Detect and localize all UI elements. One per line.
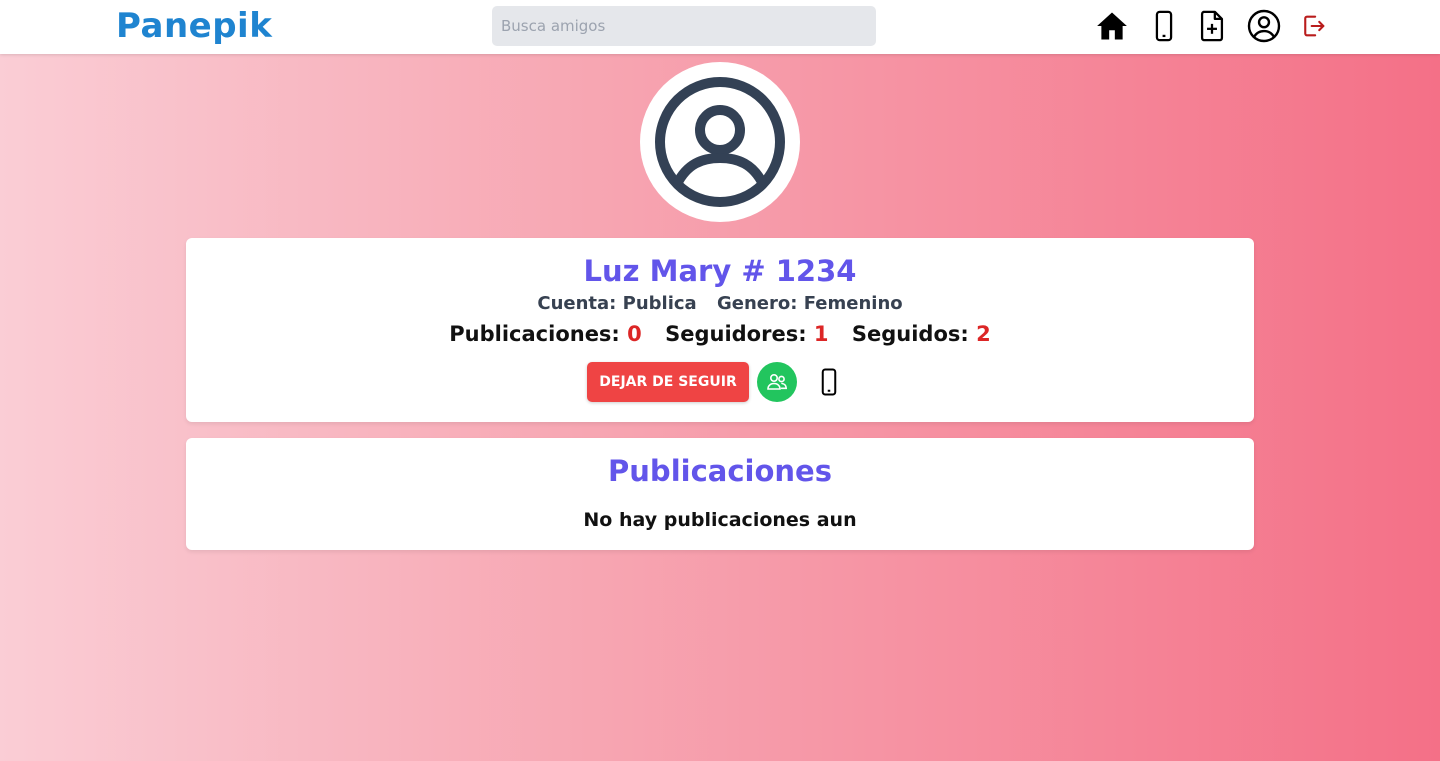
phone-icon bbox=[1155, 10, 1173, 42]
phone-button[interactable] bbox=[805, 362, 853, 402]
posts-empty-message: No hay publicaciones aun bbox=[583, 509, 857, 531]
new-post-icon bbox=[1200, 10, 1224, 42]
posts-title: Publicaciones bbox=[608, 454, 832, 488]
logout-button[interactable] bbox=[1296, 8, 1332, 44]
profile-meta: Cuenta: Publica Genero: Femenino bbox=[186, 292, 1254, 316]
new-post-button[interactable] bbox=[1194, 8, 1230, 44]
phone-nav-button[interactable] bbox=[1146, 8, 1182, 44]
profile-stats: Publicaciones: 0 Seguidores: 1 Seguidos:… bbox=[186, 320, 1254, 348]
logout-icon bbox=[1304, 15, 1325, 37]
users-icon bbox=[766, 374, 787, 390]
gender: Genero: Femenino bbox=[716, 293, 903, 314]
search-input[interactable] bbox=[492, 6, 876, 46]
account-type: Cuenta: Publica bbox=[537, 293, 697, 314]
friends-button[interactable] bbox=[756, 362, 797, 402]
unfollow-button[interactable]: DEJAR DE SEGUIR bbox=[587, 362, 749, 402]
profile-name: Luz Mary # 1234 bbox=[583, 254, 857, 288]
home-button[interactable] bbox=[1094, 8, 1130, 44]
top-navbar: Panepik bbox=[0, 0, 1440, 54]
profile-actions: DEJAR DE SEGUIR bbox=[186, 362, 1254, 402]
avatar bbox=[640, 62, 800, 222]
stat-followers[interactable]: Seguidores: 1 bbox=[665, 322, 828, 346]
posts-card: Publicaciones No hay publicaciones aun bbox=[186, 438, 1254, 550]
profile-card: Luz Mary # 1234 Cuenta: Publica Genero: … bbox=[186, 238, 1254, 422]
profile-button[interactable] bbox=[1246, 8, 1282, 44]
stat-following[interactable]: Seguidos: 2 bbox=[852, 322, 991, 346]
stat-posts: Publicaciones: 0 bbox=[449, 322, 642, 346]
home-icon bbox=[1097, 12, 1127, 40]
brand-logo[interactable]: Panepik bbox=[116, 6, 272, 46]
profile-icon bbox=[1247, 9, 1281, 43]
phone-icon bbox=[821, 368, 836, 396]
user-circle-icon bbox=[655, 77, 785, 207]
